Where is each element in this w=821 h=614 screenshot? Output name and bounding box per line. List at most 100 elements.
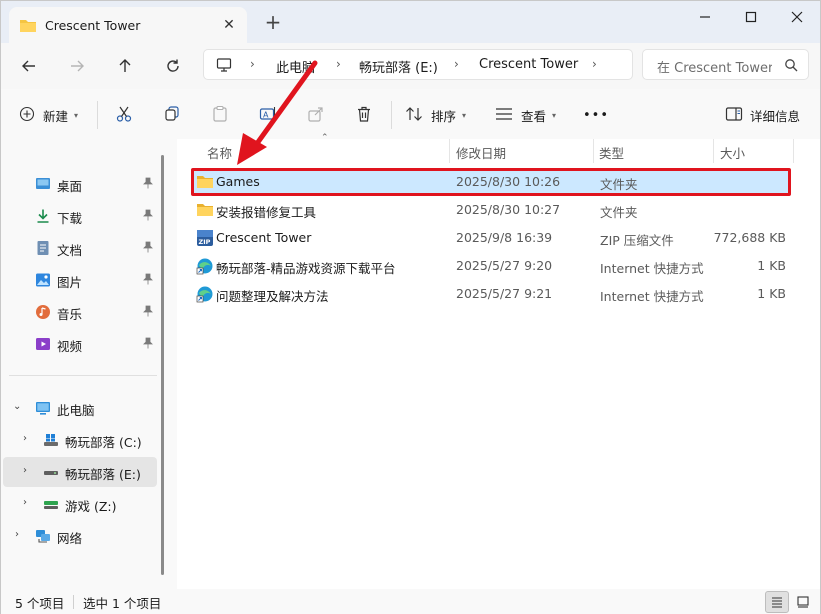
search-box[interactable]: 在 Crescent Tower [642,49,809,80]
delete-button[interactable] [355,103,373,127]
table-row[interactable]: 安装报错修复工具 2025/8/30 10:27 文件夹 [191,197,791,223]
more-options-button[interactable]: ••• [583,103,609,127]
new-button[interactable]: 新建 ▾ [19,103,78,127]
status-divider [73,595,74,609]
details-pane-button[interactable]: 详细信息 [725,103,800,127]
sidebar-scrollbar[interactable] [161,155,164,575]
sidebar-item-label: 桌面 [57,179,83,194]
sidebar-divider [9,375,157,376]
sort-icon [405,106,423,125]
chevron-right-icon[interactable]: › [15,529,19,540]
chevron-down-icon: ▾ [462,110,467,120]
sort-button[interactable]: 排序 ▾ [405,103,466,127]
chevron-right-icon[interactable]: › [454,57,459,71]
sidebar-item-drive-e[interactable]: › 畅玩部落 (E:) [3,457,157,487]
column-divider[interactable] [449,139,450,163]
download-icon [35,208,51,227]
maximize-button[interactable] [728,5,774,29]
status-bar: 5 个项目 选中 1 个项目 [1,589,820,614]
pin-icon[interactable] [143,241,153,256]
system-drive-icon [43,432,59,451]
pin-icon[interactable] [143,273,153,288]
table-row[interactable]: 问题整理及解决方法 2025/5/27 9:21 Internet 快捷方式 1… [191,281,791,307]
navigation-bar: › 此电脑 › 畅玩部落 (E:) › Crescent Tower › 在 C… [1,43,820,89]
table-row[interactable]: ZIP Crescent Tower 2025/9/8 16:39 ZIP 压缩… [191,225,791,251]
file-name: 问题整理及解决方法 [216,289,329,304]
copy-icon [163,105,181,126]
music-icon [35,304,51,323]
file-name: Crescent Tower [216,230,312,245]
file-size: 1 KB [757,258,786,273]
chevron-right-icon[interactable]: › [23,433,27,444]
details-view-button[interactable] [765,591,789,613]
sidebar-item-drive-z[interactable]: › 游戏 (Z:) [3,489,157,519]
chevron-right-icon[interactable]: › [23,497,27,508]
network-icon [35,528,51,547]
pin-icon[interactable] [143,305,153,320]
sidebar-item-documents[interactable]: 文档 [3,233,157,263]
plus-circle-icon [19,106,35,125]
item-count: 5 个项目 [15,596,65,611]
column-divider[interactable] [793,139,794,163]
computer-icon [216,57,232,76]
clipboard-icon [211,105,229,126]
svg-text:ZIP: ZIP [199,238,211,246]
sidebar-item-downloads[interactable]: 下载 [3,201,157,231]
sidebar-item-label: 游戏 (Z:) [65,499,117,514]
chevron-right-icon[interactable]: › [592,57,597,71]
computer-icon [35,400,51,419]
sort-label: 排序 [431,108,457,124]
pin-icon[interactable] [143,209,153,224]
sidebar-item-desktop[interactable]: 桌面 [3,169,157,199]
new-tab-button[interactable]: + [263,12,283,33]
column-size[interactable]: 大小 [720,143,745,162]
sidebar-item-drive-c[interactable]: › 畅玩部落 (C:) [3,425,157,455]
file-list: ⌃ 名称 修改日期 类型 大小 Games 2025/8/30 10:26 文件… [177,133,820,589]
cut-button[interactable] [115,103,133,127]
column-type[interactable]: 类型 [599,143,624,162]
search-placeholder[interactable]: 在 Crescent Tower [657,57,772,76]
document-icon [35,240,51,259]
sidebar-item-videos[interactable]: 视频 [3,329,157,359]
close-window-button[interactable] [774,5,820,29]
column-divider[interactable] [593,139,594,163]
minimize-button[interactable] [682,5,728,29]
sidebar-item-pictures[interactable]: 图片 [3,265,157,295]
back-button[interactable] [15,53,43,79]
copy-button[interactable] [163,103,181,127]
tiles-view-button[interactable] [791,591,815,613]
column-divider[interactable] [713,139,714,163]
refresh-button[interactable] [159,53,187,79]
file-modified: 2025/5/27 9:20 [456,258,553,273]
view-button[interactable]: 查看 ▾ [495,103,556,127]
details-pane-icon [725,106,743,125]
internet-shortcut-icon [196,285,214,306]
chevron-down-icon[interactable]: ⌄ [13,401,21,412]
paste-button[interactable] [211,103,229,127]
tab-crescent-tower[interactable]: Crescent Tower ✕ [9,7,247,43]
internet-shortcut-icon [196,257,214,278]
sidebar-item-this-pc[interactable]: ⌄ 此电脑 [3,393,157,423]
column-name[interactable]: 名称 [207,143,232,162]
pin-icon[interactable] [143,177,153,192]
pictures-icon [35,272,51,291]
file-modified: 2025/8/30 10:27 [456,202,561,217]
forward-button[interactable] [63,53,91,79]
table-row[interactable]: 畅玩部落-精品游戏资源下载平台 2025/5/27 9:20 Internet … [191,253,791,279]
file-name: 安装报错修复工具 [216,205,317,220]
breadcrumb-crescent-tower[interactable]: Crescent Tower [479,57,578,72]
pin-icon[interactable] [143,337,153,352]
close-tab-icon[interactable]: ✕ [219,15,239,35]
sidebar-item-network[interactable]: › 网络 [3,521,157,551]
sidebar-item-label: 音乐 [57,307,83,322]
sort-ascending-icon: ⌃ [321,133,329,143]
up-button[interactable] [111,53,139,79]
explorer-window: Crescent Tower ✕ + › 此电脑 › 畅玩部落 (E:) › C… [0,0,821,614]
chevron-right-icon[interactable]: › [23,465,27,476]
command-bar: 新建 ▾ A 排序 ▾ 查看 ▾ ••• 详细信息 [1,89,820,139]
column-modified[interactable]: 修改日期 [456,143,506,162]
breadcrumb-drive-e[interactable]: 畅玩部落 (E:) [359,57,438,76]
sidebar-item-music[interactable]: 音乐 [3,297,157,327]
chevron-right-icon[interactable]: › [336,57,341,71]
navigation-pane: 桌面 下载 文档 图片 音乐 视频 ⌄ 此电脑 › 畅玩部落 (C:) › 畅玩… [1,139,175,589]
